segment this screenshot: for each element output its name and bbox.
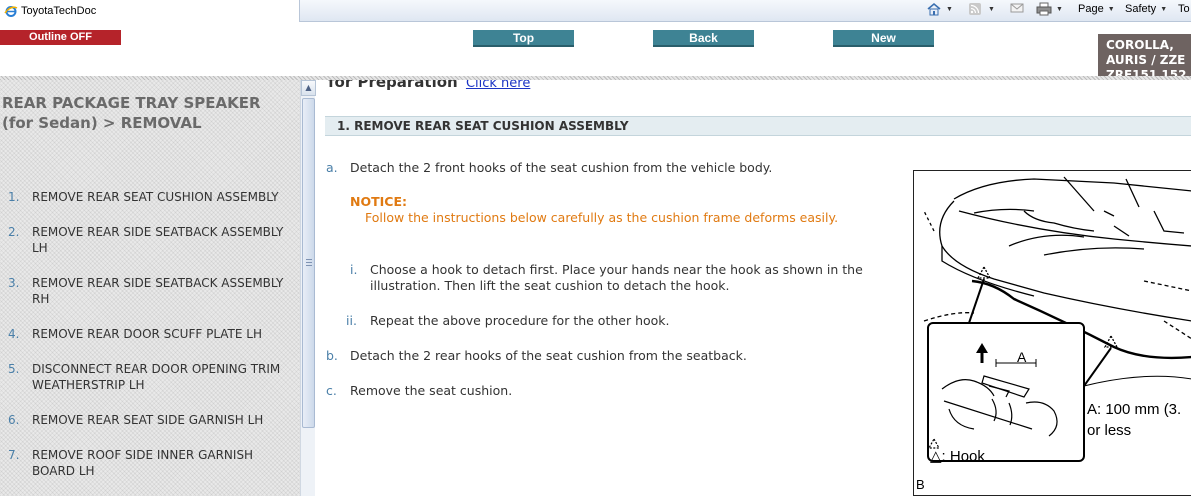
step-number: 3. <box>8 276 20 290</box>
step-number: 5. <box>8 362 20 376</box>
notice-text: Follow the instructions below carefully … <box>365 210 839 225</box>
feeds-button[interactable]: ▼ <box>968 0 995 18</box>
step-a-label: a. <box>326 160 338 175</box>
dimension-label: A <box>1017 349 1027 365</box>
print-button[interactable]: ▼ <box>1036 0 1063 18</box>
browser-window: ToyotaTechDoc ▼ ▼ ▼ Page ▼ Safety ▼ To O… <box>0 0 1191 496</box>
page-menu[interactable]: Page ▼ <box>1078 0 1115 18</box>
back-button[interactable]: Back <box>653 30 754 47</box>
model-line-3: ZRE151 152 <box>1106 68 1187 76</box>
ie-logo-icon <box>4 4 18 18</box>
safety-menu-label: Safety <box>1125 3 1157 15</box>
step-number: 6. <box>8 413 20 427</box>
step-label: REMOVE REAR SIDE SEATBACK ASSEMBLY LH <box>32 225 284 255</box>
page-dropdown-icon: ▼ <box>1107 5 1115 13</box>
outline-step-2[interactable]: 2. REMOVE REAR SIDE SEATBACK ASSEMBLY LH <box>0 224 300 256</box>
model-line-2: AURIS / ZZE <box>1106 53 1186 67</box>
main-content: for Preparation Click here 1. REMOVE REA… <box>316 80 1191 496</box>
preparation-text: for Preparation <box>328 80 458 91</box>
step-number: 2. <box>8 225 20 239</box>
outline-step-6[interactable]: 6. REMOVE REAR SEAT SIDE GARNISH LH <box>0 412 300 428</box>
top-button[interactable]: Top <box>473 30 574 47</box>
sub-step-i-label: i. <box>350 262 358 277</box>
step-b-label: b. <box>326 348 338 363</box>
outline-panel: REAR PACKAGE TRAY SPEAKER (for Sedan) > … <box>0 80 300 496</box>
vehicle-model-box: COROLLA, AURIS / ZZE ZRE151 152 <box>1098 34 1191 76</box>
outline-step-7[interactable]: 7. REMOVE ROOF SIDE INNER GARNISH BOARD L… <box>0 447 300 479</box>
outline-step-3[interactable]: 3. REMOVE REAR SIDE SEATBACK ASSEMBLY RH <box>0 275 300 307</box>
safety-dropdown-icon: ▼ <box>1160 5 1168 13</box>
step-label: REMOVE REAR SIDE SEATBACK ASSEMBLY RH <box>32 276 284 306</box>
home-dropdown-icon[interactable]: ▼ <box>946 6 953 13</box>
doc-header: Outline OFF Top Back New COROLLA, AURIS … <box>0 22 1191 76</box>
home-button[interactable]: ▼ <box>926 0 953 18</box>
scroll-thumb[interactable] <box>302 98 315 428</box>
feeds-dropdown-icon[interactable]: ▼ <box>988 6 995 13</box>
step-b-text: Detach the 2 rear hooks of the seat cush… <box>350 348 747 363</box>
section-heading: 1. REMOVE REAR SEAT CUSHION ASSEMBLY <box>325 116 1191 136</box>
outline-step-1[interactable]: 1. REMOVE REAR SEAT CUSHION ASSEMBLY <box>0 189 300 205</box>
printer-icon <box>1036 2 1052 16</box>
home-icon <box>926 2 942 16</box>
sub-step-ii-label: ii. <box>346 313 357 328</box>
outline-step-5[interactable]: 5. DISCONNECT REAR DOOR OPENING TRIM WEAT… <box>0 361 300 393</box>
print-dropdown-icon[interactable]: ▼ <box>1056 6 1063 13</box>
read-mail-button[interactable] <box>1010 0 1026 18</box>
figure-mark: B <box>916 477 925 492</box>
step-c-text: Remove the seat cushion. <box>350 383 513 398</box>
hook-legend: △: Hook <box>930 448 985 465</box>
sub-step-i-line-2: illustration. Then lift the seat cushion… <box>370 278 730 293</box>
step-label: REMOVE REAR SEAT SIDE GARNISH LH <box>32 413 264 427</box>
new-button[interactable]: New <box>833 30 934 47</box>
sub-step-ii-text: Repeat the above procedure for the other… <box>370 313 670 328</box>
preparation-line: for Preparation Click here <box>328 80 530 91</box>
preparation-link[interactable]: Click here <box>466 80 530 91</box>
outline-scrollbar[interactable]: ▲ <box>300 80 316 496</box>
sub-step-i-line-1: Choose a hook to detach first. Place you… <box>370 262 863 277</box>
browser-tab[interactable]: ToyotaTechDoc <box>0 0 300 22</box>
browser-tab-title: ToyotaTechDoc <box>21 5 97 17</box>
procedure-title: REAR PACKAGE TRAY SPEAKER (for Sedan) > … <box>2 94 261 132</box>
notice-title: NOTICE: <box>350 194 407 209</box>
browser-toolbar: ToyotaTechDoc ▼ ▼ ▼ Page ▼ Safety ▼ To <box>0 0 1191 22</box>
model-line-1: COROLLA, <box>1106 38 1174 52</box>
step-number: 1. <box>8 190 20 204</box>
step-number: 4. <box>8 327 20 341</box>
measurement-line-1: A: 100 mm (3. <box>1087 401 1182 418</box>
scroll-up-arrow-icon[interactable]: ▲ <box>301 80 316 96</box>
measurement-line-2: or less <box>1087 422 1132 439</box>
step-list: 1. REMOVE REAR SEAT CUSHION ASSEMBLY 2. RE… <box>0 189 300 496</box>
tools-menu-label: To <box>1178 3 1190 15</box>
outline-off-button[interactable]: Outline OFF <box>0 30 121 45</box>
tools-menu[interactable]: To <box>1178 0 1190 18</box>
scroll-grip-icon <box>306 259 312 267</box>
step-c-label: c. <box>326 383 337 398</box>
step-a-text: Detach the 2 front hooks of the seat cus… <box>350 160 773 175</box>
outline-step-4[interactable]: 4. REMOVE REAR DOOR SCUFF PLATE LH <box>0 326 300 342</box>
step-number: 7. <box>8 448 20 462</box>
step-label: REMOVE REAR SEAT CUSHION ASSEMBLY <box>32 190 279 204</box>
step-label: DISCONNECT REAR DOOR OPENING TRIM WEATHE… <box>32 362 281 392</box>
step-label: REMOVE REAR DOOR SCUFF PLATE LH <box>32 327 262 341</box>
seat-cushion-illustration: A A: 100 mm (3. or less △: Hook B <box>913 170 1191 496</box>
mail-icon <box>1010 2 1026 16</box>
step-label: REMOVE ROOF SIDE INNER GARNISH BOARD LH <box>32 448 254 478</box>
page-menu-label: Page <box>1078 3 1104 15</box>
safety-menu[interactable]: Safety ▼ <box>1125 0 1167 18</box>
rss-feed-icon <box>968 2 984 16</box>
